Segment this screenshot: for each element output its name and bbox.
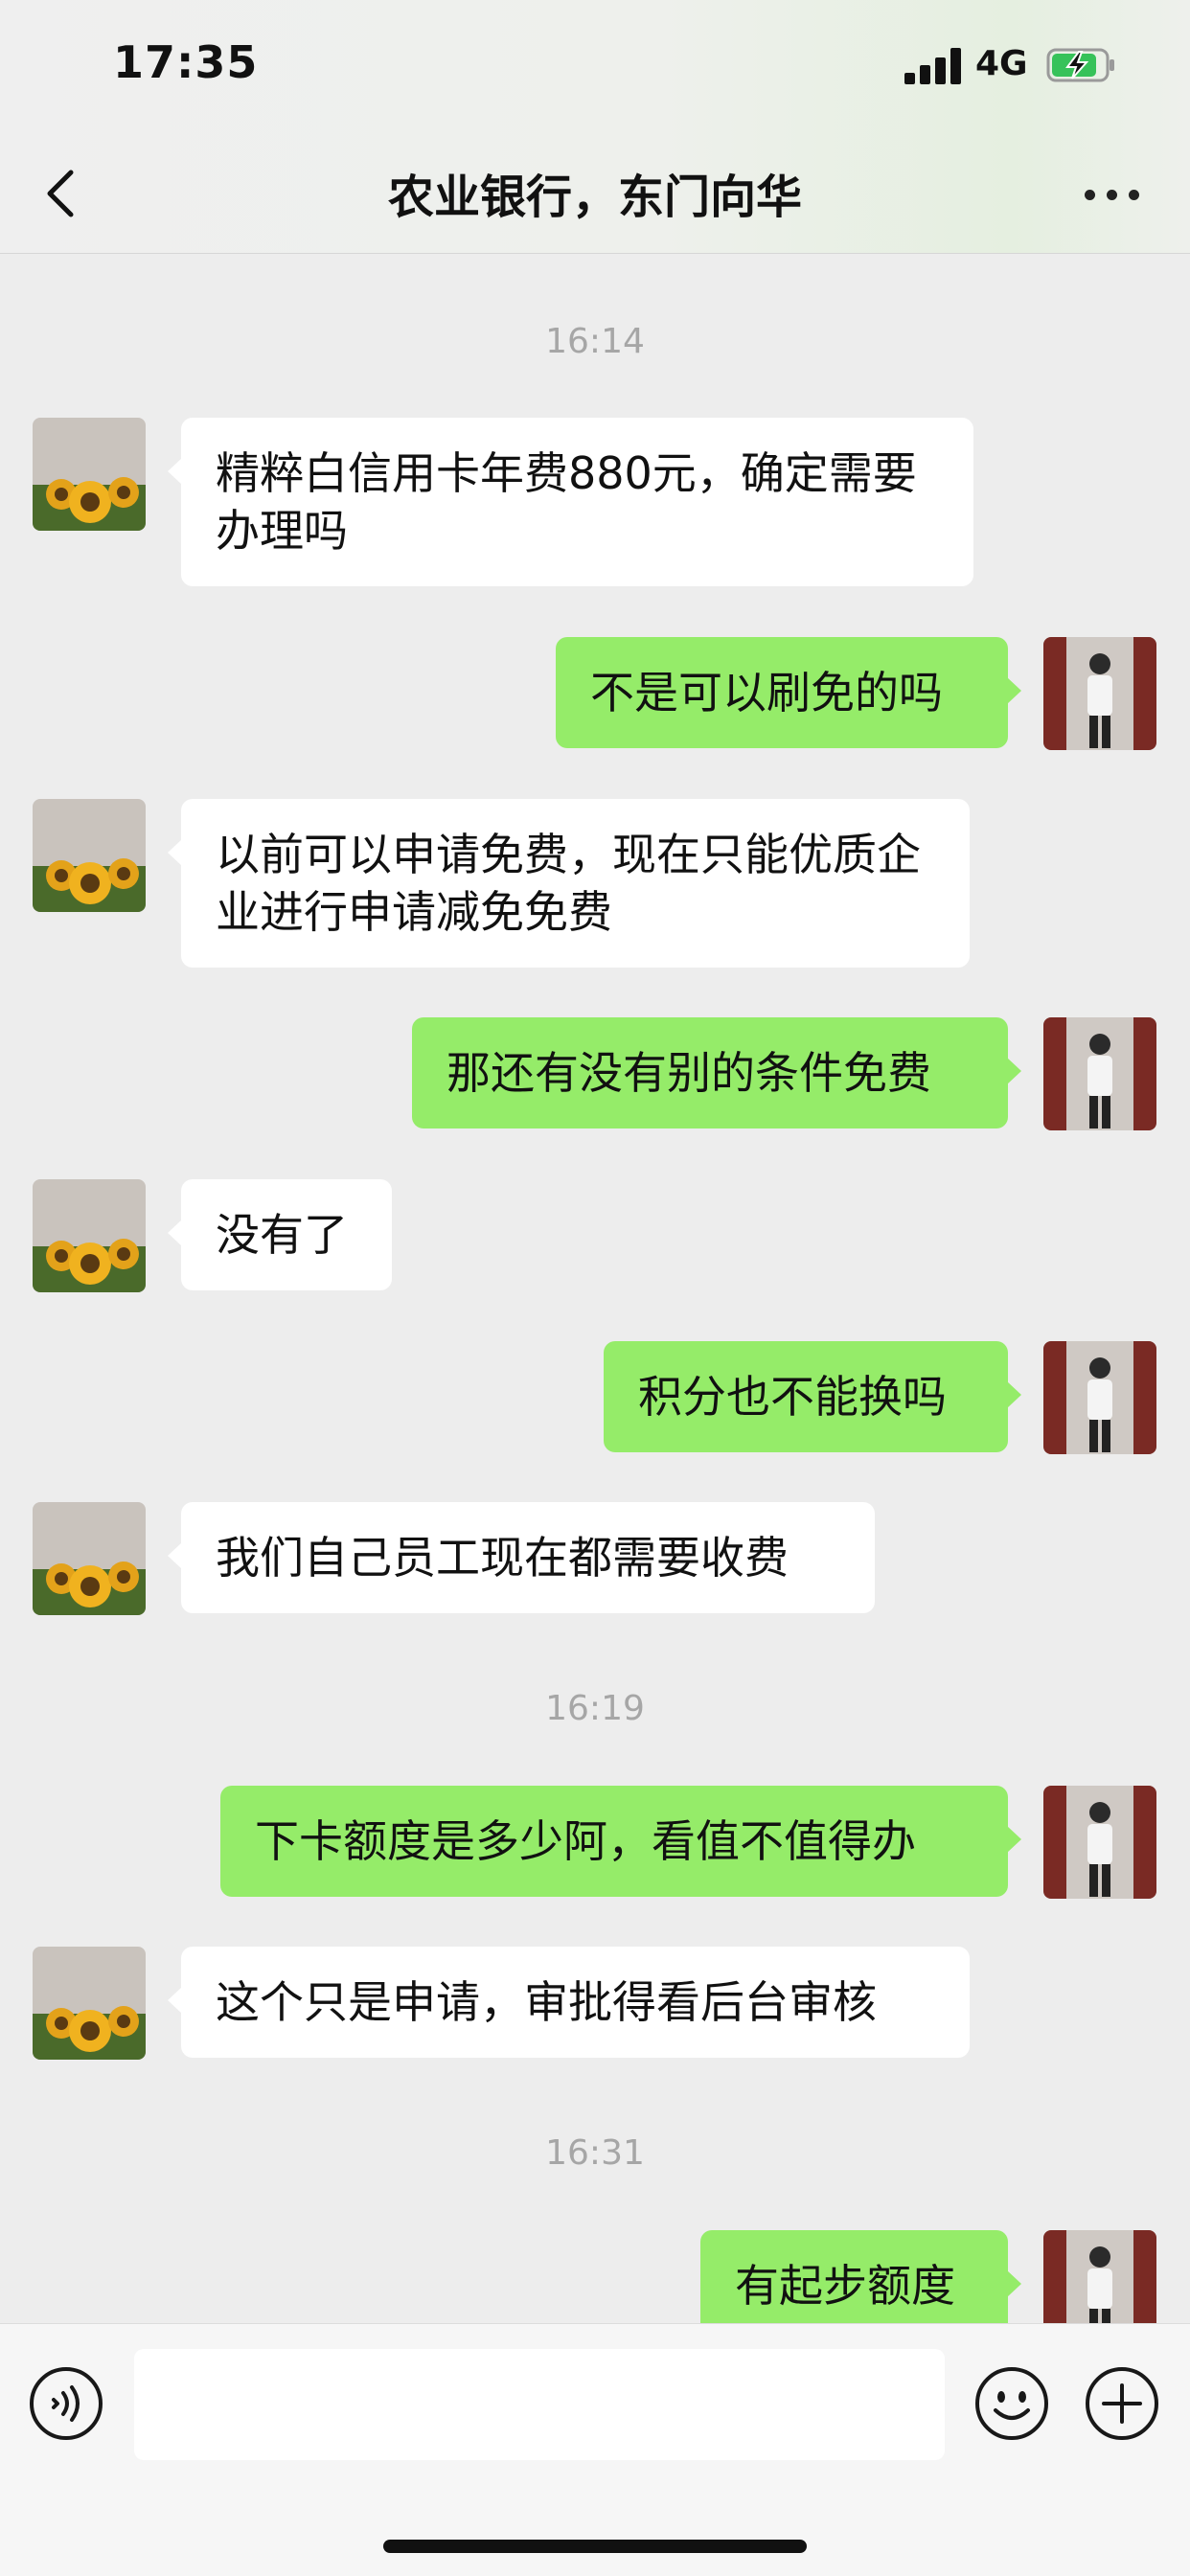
- status-time: 17:35: [113, 36, 259, 88]
- message-bubble-left[interactable]: 我们自己员工现在都需要收费: [168, 1502, 875, 1613]
- message-bubble-left[interactable]: 精粹白信用卡年费880元，确定需要办理吗: [168, 418, 973, 586]
- message-bubble-right[interactable]: 那还有没有别的条件免费: [412, 1017, 1021, 1128]
- network-type: 4G: [975, 44, 1028, 83]
- chat-header: 农业银行，东门向华: [0, 134, 1190, 254]
- status-bar: 17:35 4G: [0, 0, 1190, 134]
- user-avatar[interactable]: [1043, 1341, 1156, 1454]
- plus-icon[interactable]: [1085, 2366, 1159, 2441]
- contact-avatar[interactable]: [33, 418, 146, 531]
- contact-avatar[interactable]: [33, 799, 146, 912]
- contact-avatar[interactable]: [33, 1947, 146, 2060]
- message-bubble-right[interactable]: 积分也不能换吗: [604, 1341, 1021, 1452]
- message-bubble-right[interactable]: 不是可以刷免的吗: [556, 637, 1021, 748]
- signal-icon: [904, 48, 964, 84]
- user-avatar[interactable]: [1043, 1786, 1156, 1899]
- input-bar: [0, 2323, 1190, 2576]
- voice-icon[interactable]: [29, 2366, 103, 2441]
- timestamp: 16:19: [545, 1689, 645, 1728]
- battery-charging-icon: [1046, 48, 1114, 82]
- chat-title: 农业银行，东门向华: [387, 171, 802, 224]
- message-bubble-left[interactable]: 这个只是申请，审批得看后台审核: [168, 1947, 970, 2058]
- message-bubble-left[interactable]: 没有了: [168, 1179, 392, 1290]
- emoji-icon[interactable]: [974, 2366, 1049, 2441]
- user-avatar[interactable]: [1043, 1017, 1156, 1130]
- home-indicator[interactable]: [383, 2540, 807, 2553]
- user-avatar[interactable]: [1043, 637, 1156, 750]
- timestamp: 16:14: [545, 322, 645, 361]
- timestamp: 16:31: [545, 2133, 645, 2173]
- message-bubble-right[interactable]: 下卡额度是多少阿，看值不值得办: [220, 1786, 1021, 1897]
- message-bubble-left[interactable]: 以前可以申请免费，现在只能优质企业进行申请减免免费: [168, 799, 970, 968]
- more-dots-icon[interactable]: [1079, 169, 1146, 217]
- contact-avatar[interactable]: [33, 1502, 146, 1615]
- contact-avatar[interactable]: [33, 1179, 146, 1292]
- message-input[interactable]: [134, 2349, 945, 2460]
